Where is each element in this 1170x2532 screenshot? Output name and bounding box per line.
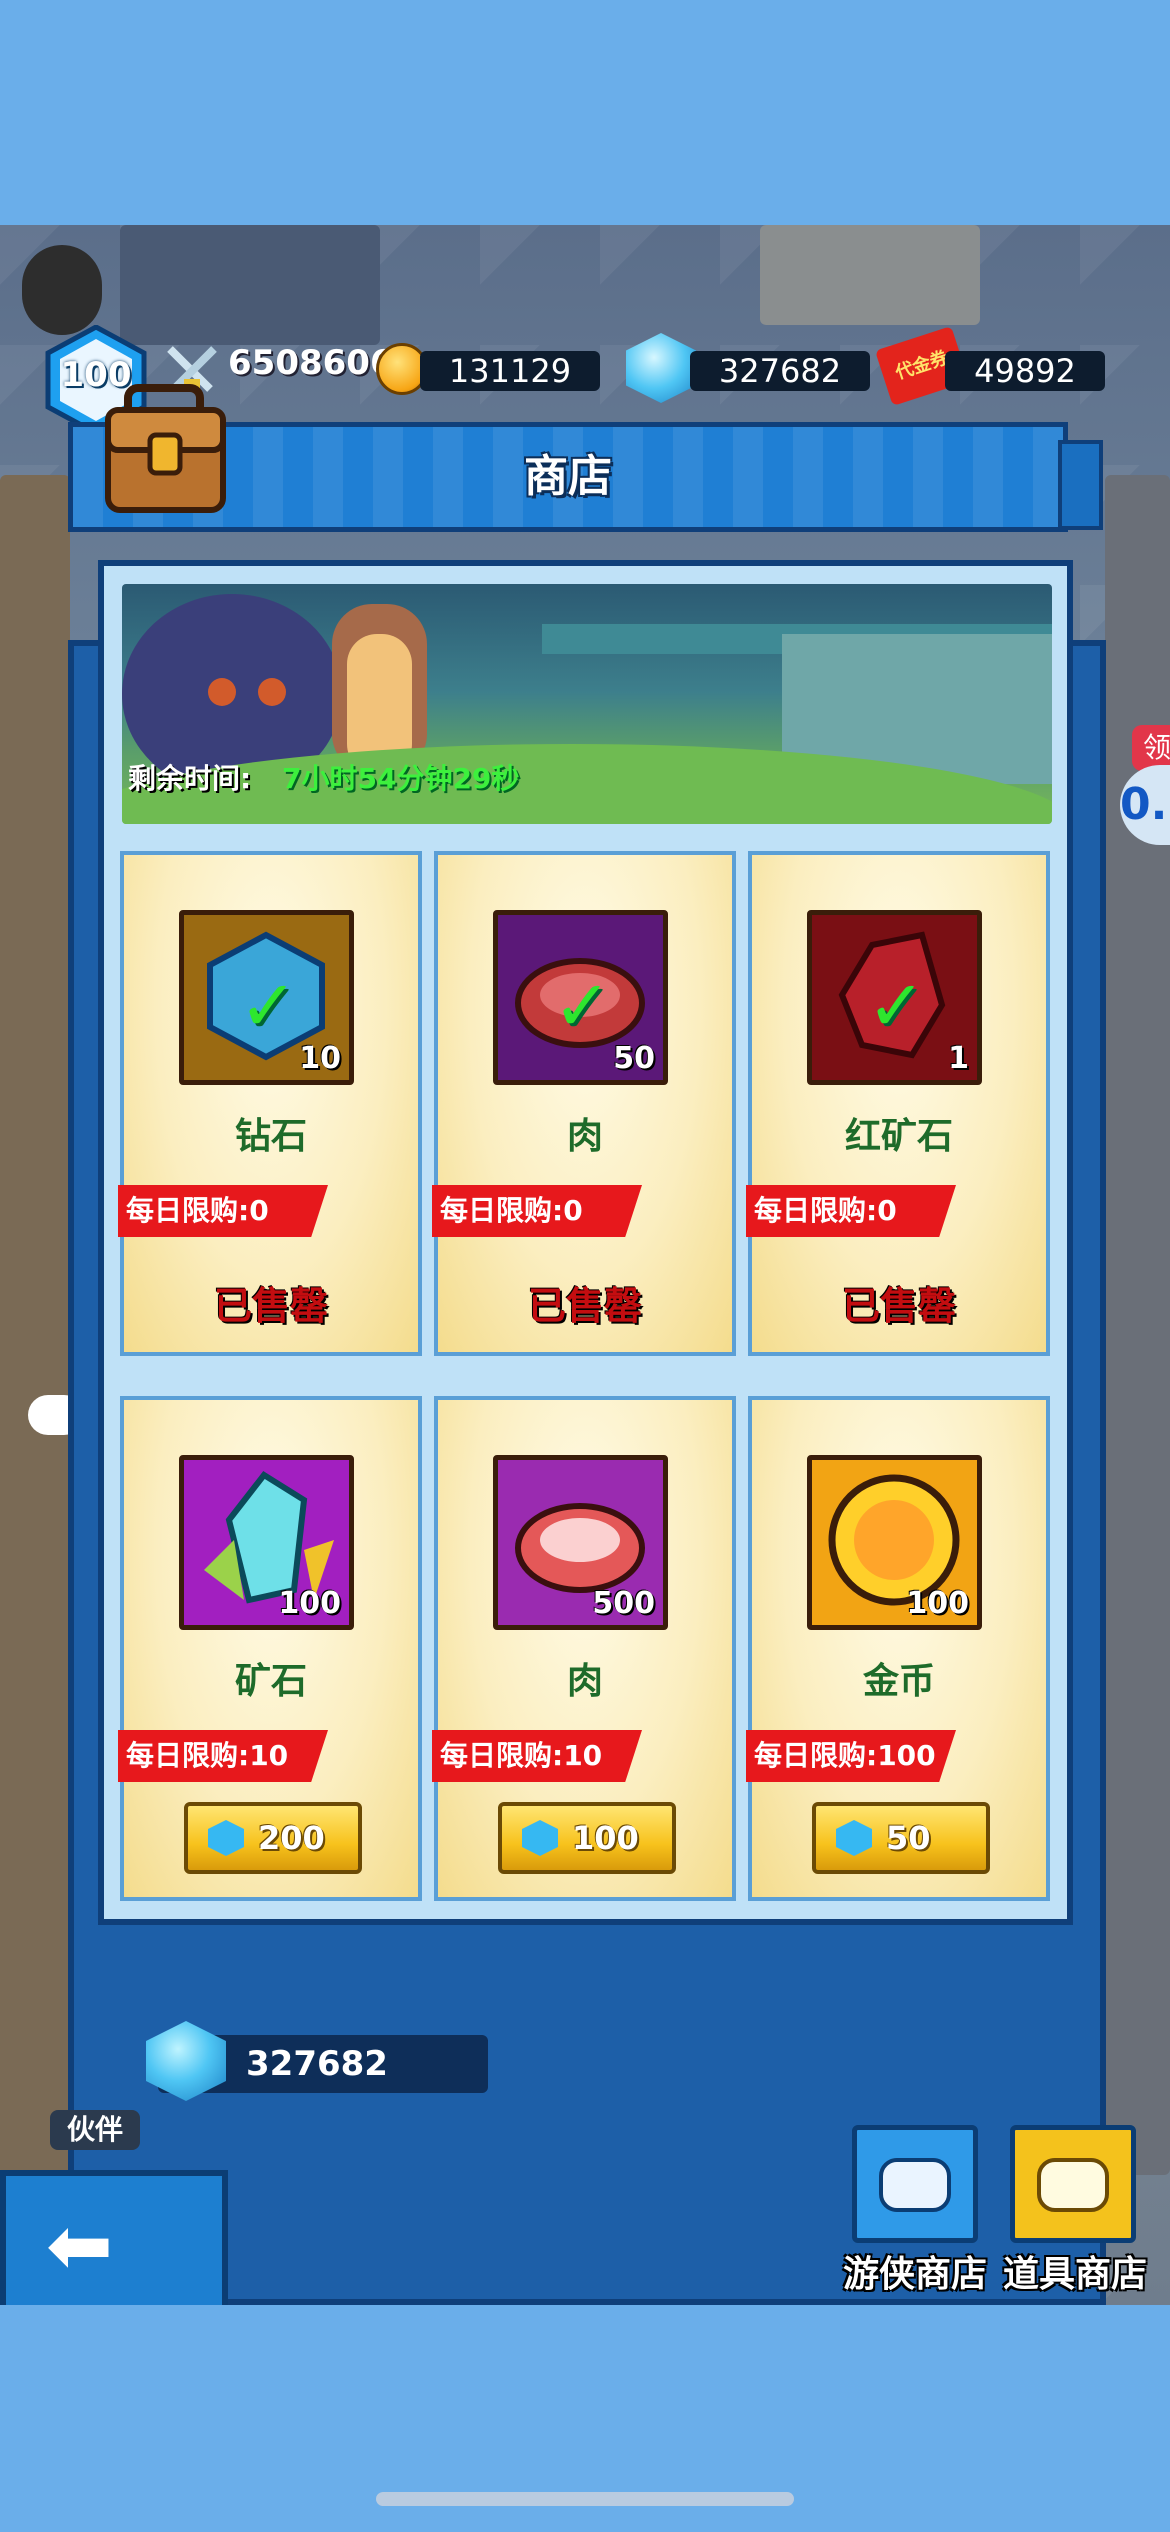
background-building	[760, 225, 980, 325]
ore-icon: 100	[179, 1455, 354, 1630]
item-shop-icon	[1037, 2158, 1109, 2212]
red-ore-icon: ✓ 1	[807, 910, 982, 1085]
item-count: 1	[948, 1041, 969, 1076]
diamond-icon: ✓ 10	[179, 910, 354, 1085]
item-name: 肉	[566, 1661, 603, 1702]
vouchers-value: 49892	[945, 351, 1105, 391]
back-button[interactable]: ⬅	[0, 2170, 228, 2305]
item-count: 10	[299, 1041, 341, 1076]
purchase-limit: 每日限购:0	[746, 1185, 956, 1237]
banner-scene	[122, 594, 1052, 824]
shop-item-card[interactable]: ✓ 1 红矿石 每日限购:0 已售罄	[746, 851, 1050, 1356]
partner-label[interactable]: 伙伴	[50, 2110, 140, 2150]
wallet-balance: 327682	[146, 2021, 488, 2101]
item-count: 100	[906, 1586, 969, 1621]
sold-out-label: 已售罄	[841, 1284, 956, 1328]
item-name: 钻石	[234, 1116, 307, 1157]
item-name: 矿石	[234, 1661, 307, 1702]
item-name: 金币	[862, 1661, 935, 1702]
price-value: 100	[572, 1819, 639, 1857]
shop-content: 剩余时间: 7小时54分钟29秒 ✓ 10 钻石 每日限购:0 已售罄 ✓ 50…	[98, 560, 1073, 1925]
shop-item-card[interactable]: 100 矿石 每日限购:10 200	[118, 1396, 422, 1901]
gem-icon	[626, 333, 696, 403]
buy-button[interactable]: 50	[812, 1802, 990, 1874]
power-value: 6508606	[228, 343, 394, 383]
item-count: 500	[592, 1586, 655, 1621]
coins-value: 131129	[420, 351, 600, 391]
background-left-edge	[0, 475, 70, 2175]
purchase-limit: 每日限购:100	[746, 1730, 956, 1782]
game-scene: ••• 领 0.1 100 6508606 131129 327682 代金券 …	[0, 225, 1170, 2305]
shop-item-card[interactable]: 100 金币 每日限购:100 50	[746, 1396, 1050, 1901]
timer-label: 剩余时间:	[128, 762, 252, 795]
shop-item-card[interactable]: ✓ 10 钻石 每日限购:0 已售罄	[118, 851, 422, 1356]
gem-icon	[522, 1820, 558, 1856]
ranger-shop-label: 游侠商店	[842, 2254, 987, 2295]
backpack-icon	[98, 380, 233, 515]
item-shop-label: 道具商店	[1002, 2254, 1147, 2295]
player-avatar[interactable]	[22, 245, 102, 335]
price-value: 50	[886, 1819, 931, 1857]
buy-button[interactable]: 100	[498, 1802, 676, 1874]
shop-panel: 商店 剩余时间: 7小时54分钟29秒 ✓ 10 钻石 每日限购:0 已售罄 ✓…	[68, 384, 1106, 2305]
buy-button[interactable]: 200	[184, 1802, 362, 1874]
price-value: 200	[258, 1819, 325, 1857]
purchase-limit: 每日限购:0	[432, 1185, 642, 1237]
back-arrow-icon: ⬅	[46, 2199, 114, 2292]
ranger-shop-icon	[879, 2158, 951, 2212]
item-shop-button[interactable]	[1010, 2125, 1136, 2243]
item-name: 红矿石	[844, 1116, 953, 1157]
shop-item-card[interactable]: 500 肉 每日限购:10 100	[432, 1396, 736, 1901]
item-name: 肉	[566, 1116, 603, 1157]
timer-value: 7小时54分钟29秒	[282, 762, 520, 795]
meat-icon: 500	[493, 1455, 668, 1630]
item-count: 100	[278, 1586, 341, 1621]
gem-icon	[208, 1820, 244, 1856]
shop-item-card[interactable]: ✓ 50 肉 每日限购:0 已售罄	[432, 851, 736, 1356]
wallet-gems: 327682	[246, 2044, 388, 2084]
gem-icon	[836, 1820, 872, 1856]
purchase-limit: 每日限购:10	[118, 1730, 328, 1782]
sold-out-label: 已售罄	[527, 1284, 642, 1328]
home-indicator[interactable]	[376, 2492, 794, 2506]
gems-value: 327682	[690, 351, 870, 391]
background-roof	[120, 225, 380, 345]
purchase-limit: 每日限购:10	[432, 1730, 642, 1782]
purchase-limit: 每日限购:0	[118, 1185, 328, 1237]
shop-banner: 剩余时间: 7小时54分钟29秒	[122, 584, 1052, 824]
meat-icon: ✓ 50	[493, 910, 668, 1085]
ranger-shop-button[interactable]	[852, 2125, 978, 2243]
coin-icon: 100	[807, 1455, 982, 1630]
item-count: 50	[613, 1041, 655, 1076]
titlebar-tab	[1058, 440, 1103, 530]
sold-out-label: 已售罄	[213, 1284, 328, 1328]
